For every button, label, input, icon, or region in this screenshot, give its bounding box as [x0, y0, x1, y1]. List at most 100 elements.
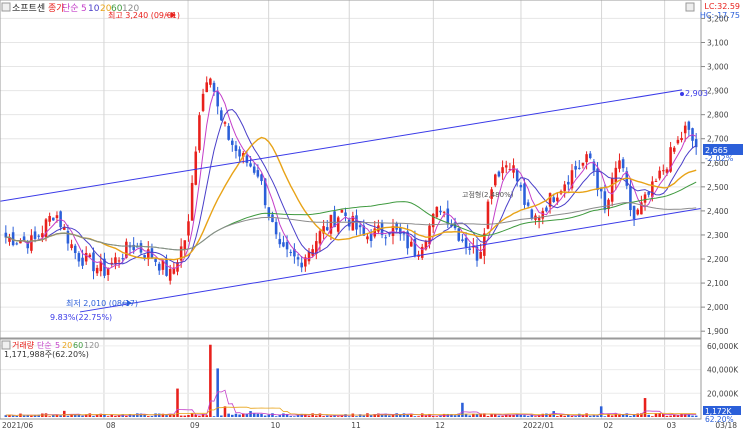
candle-body[interactable]: [662, 170, 665, 172]
volume-bar[interactable]: [654, 413, 658, 417]
candle-body[interactable]: [73, 245, 77, 254]
volume-bar[interactable]: [59, 415, 62, 417]
candle-body[interactable]: [523, 183, 526, 205]
volume-bar[interactable]: [92, 416, 95, 417]
candle-body[interactable]: [256, 170, 260, 177]
volume-bar[interactable]: [603, 416, 607, 417]
candle-body[interactable]: [336, 217, 340, 232]
volume-bar[interactable]: [362, 415, 366, 417]
volume-bar[interactable]: [172, 414, 176, 417]
candle-body[interactable]: [515, 170, 519, 182]
candle-body[interactable]: [37, 235, 40, 237]
candle-body[interactable]: [687, 121, 691, 130]
volume-bar[interactable]: [157, 413, 161, 417]
candle-body[interactable]: [618, 160, 621, 169]
volume-bar[interactable]: [669, 415, 672, 417]
candle-body[interactable]: [198, 115, 201, 151]
candle-body[interactable]: [227, 125, 230, 140]
volume-bar[interactable]: [154, 413, 157, 417]
volume-bar[interactable]: [651, 416, 654, 417]
volume-bar[interactable]: [88, 413, 92, 417]
candle-body[interactable]: [439, 210, 442, 213]
volume-bar[interactable]: [588, 415, 592, 417]
candle-body[interactable]: [366, 236, 369, 240]
candle-body[interactable]: [574, 166, 577, 170]
volume-bar[interactable]: [369, 415, 373, 417]
candle-body[interactable]: [117, 260, 121, 262]
volume-bar[interactable]: [179, 415, 183, 417]
volume-bar[interactable]: [431, 415, 435, 417]
volume-bar[interactable]: [610, 415, 614, 417]
candle-body[interactable]: [643, 194, 647, 203]
candle-body[interactable]: [311, 249, 314, 256]
volume-bar[interactable]: [534, 416, 537, 417]
volume-bar[interactable]: [256, 413, 260, 417]
candle-body[interactable]: [672, 147, 676, 152]
volume-bar[interactable]: [117, 415, 121, 417]
volume-bar[interactable]: [190, 413, 194, 417]
volume-bar[interactable]: [464, 413, 468, 417]
volume-bar[interactable]: [399, 414, 402, 417]
volume-bar[interactable]: [267, 414, 271, 417]
volume-bar[interactable]: [209, 344, 212, 417]
candle-body[interactable]: [325, 227, 329, 231]
volume-bar[interactable]: [125, 415, 128, 417]
candle-body[interactable]: [209, 78, 212, 85]
candle-body[interactable]: [84, 252, 88, 262]
volume-bar[interactable]: [559, 414, 563, 417]
chart-settings-icon[interactable]: [685, 2, 695, 12]
volume-bar[interactable]: [238, 414, 241, 417]
volume-bar[interactable]: [388, 415, 391, 417]
volume-bar[interactable]: [114, 415, 117, 417]
candle-body[interactable]: [238, 149, 241, 157]
candle-body[interactable]: [289, 251, 293, 253]
candle-body[interactable]: [15, 243, 19, 245]
volume-bar[interactable]: [329, 415, 333, 417]
volume-bar[interactable]: [198, 415, 201, 417]
volume-bar[interactable]: [15, 415, 19, 417]
candle-body[interactable]: [358, 225, 362, 228]
candle-body[interactable]: [479, 251, 482, 259]
volume-bar[interactable]: [315, 415, 318, 417]
volume-bar[interactable]: [249, 411, 252, 417]
volume-bar[interactable]: [66, 415, 70, 417]
volume-bar[interactable]: [11, 415, 15, 417]
volume-bar[interactable]: [220, 415, 223, 417]
volume-bar[interactable]: [424, 415, 428, 417]
volume-bar[interactable]: [263, 415, 267, 417]
volume-bar[interactable]: [325, 415, 329, 417]
candle-body[interactable]: [402, 233, 406, 235]
candle-body[interactable]: [157, 263, 161, 271]
candle-body[interactable]: [468, 248, 471, 250]
candle-body[interactable]: [545, 207, 548, 212]
candle-body[interactable]: [267, 207, 271, 217]
candle-body[interactable]: [30, 235, 33, 251]
volume-bar[interactable]: [658, 413, 661, 417]
candle-body[interactable]: [121, 258, 124, 260]
volume-bar[interactable]: [311, 413, 314, 417]
candle-body[interactable]: [143, 255, 146, 258]
candle-body[interactable]: [307, 251, 311, 262]
volume-bar[interactable]: [632, 414, 636, 417]
volume-bar[interactable]: [621, 414, 625, 417]
candle-body[interactable]: [636, 209, 640, 215]
candle-body[interactable]: [541, 211, 545, 219]
candle-body[interactable]: [205, 82, 208, 93]
volume-bar[interactable]: [205, 415, 208, 417]
volume-bar[interactable]: [599, 406, 603, 417]
volume-bar[interactable]: [176, 388, 179, 417]
volume-bar[interactable]: [545, 413, 548, 417]
channel-handle[interactable]: [680, 92, 684, 96]
candle-body[interactable]: [435, 206, 439, 217]
volume-bar[interactable]: [234, 413, 238, 417]
candle-body[interactable]: [585, 154, 588, 163]
volume-bar[interactable]: [307, 415, 311, 417]
volume-bar[interactable]: [260, 413, 263, 417]
candle-body[interactable]: [614, 167, 618, 183]
volume-bar[interactable]: [563, 415, 566, 417]
volume-bar[interactable]: [223, 406, 227, 417]
candle-body[interactable]: [676, 139, 680, 144]
volume-bar[interactable]: [643, 398, 647, 417]
candle-body[interactable]: [526, 202, 530, 206]
candle-body[interactable]: [168, 269, 172, 281]
